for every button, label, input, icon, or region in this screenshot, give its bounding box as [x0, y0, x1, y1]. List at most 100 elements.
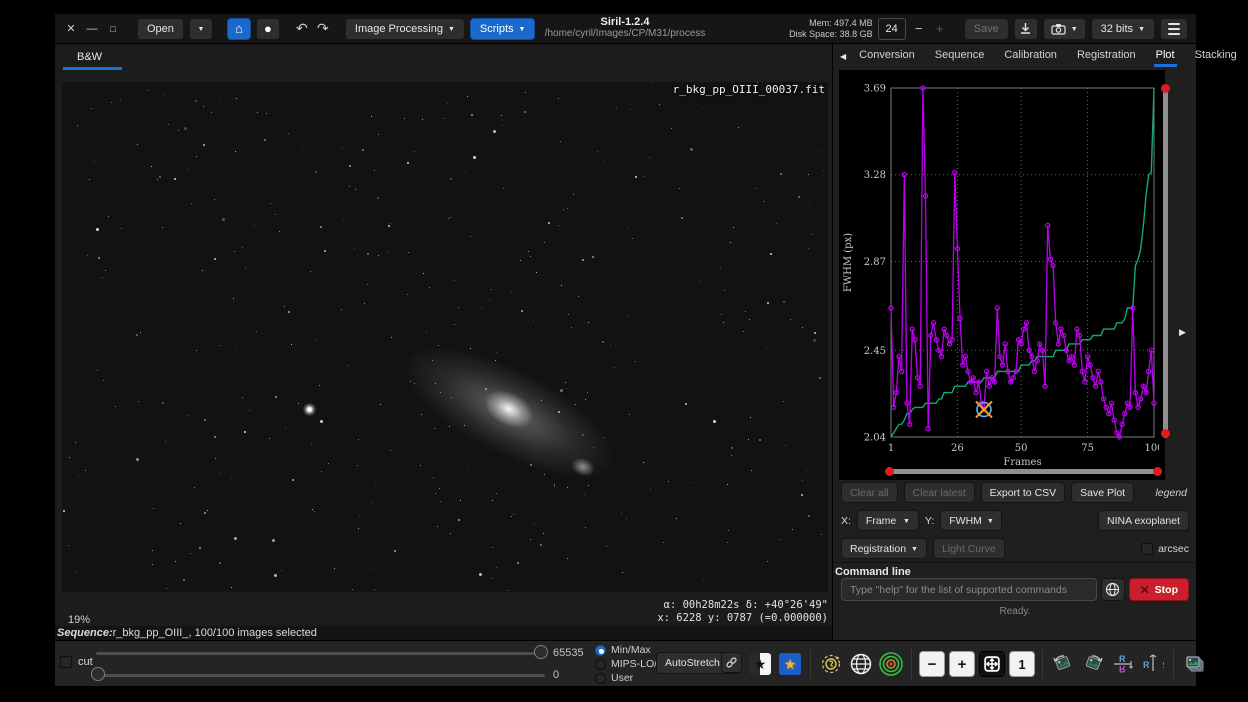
- main-menu-button[interactable]: [1160, 18, 1188, 40]
- export-csv-button[interactable]: Export to CSV: [981, 482, 1066, 503]
- image-viewport[interactable]: r_bkg_pp_OIII_00037.fit: [62, 82, 828, 592]
- clear-all-button[interactable]: Clear all: [841, 482, 898, 503]
- tab-plot[interactable]: Plot: [1154, 45, 1177, 67]
- bit-depth-dropdown[interactable]: 32 bits▼: [1091, 18, 1155, 40]
- zoom-out-button[interactable]: −: [919, 651, 945, 677]
- legend-label: legend: [1155, 487, 1189, 499]
- zoom-in-button[interactable]: +: [949, 651, 975, 677]
- image-panel: B&W r_bkg_pp_OIII_00037.fit α: 00h28m22s…: [55, 44, 832, 640]
- home-icon: ⌂: [235, 21, 243, 36]
- memory-usage: Mem: 497.4 MB: [789, 18, 873, 29]
- save-as-button[interactable]: [1014, 18, 1038, 40]
- sequence-label: Sequence:: [57, 627, 113, 639]
- toolbar-separator: [911, 649, 912, 679]
- processing-panel: ◀ Conversion Sequence Calibration Regist…: [832, 44, 1196, 640]
- one-to-one-zoom-button[interactable]: 1: [1009, 651, 1035, 677]
- plot-y-range-slider[interactable]: [1161, 86, 1170, 438]
- image-processing-menu[interactable]: Image Processing▼: [345, 18, 465, 40]
- svg-text:R: R: [1162, 660, 1164, 670]
- hamburger-icon: [1168, 23, 1180, 35]
- flip-vertical-button[interactable]: RR: [1110, 651, 1136, 677]
- link-channels-button[interactable]: [721, 652, 742, 673]
- photometry-button[interactable]: [878, 651, 904, 677]
- y-range-handle-top[interactable]: [1161, 84, 1170, 93]
- minus-icon: −: [928, 656, 937, 673]
- hi-slider-track[interactable]: [96, 652, 545, 655]
- svg-text:R: R: [1143, 660, 1150, 670]
- y-range-handle-bottom[interactable]: [1161, 429, 1170, 438]
- x-range-handle-right[interactable]: [1153, 467, 1162, 476]
- cut-label: cut: [78, 656, 93, 668]
- rotate-left-button[interactable]: [1050, 651, 1076, 677]
- tab-stacking[interactable]: Stacking: [1193, 45, 1239, 67]
- toolbar-separator: [1173, 649, 1174, 679]
- clear-latest-button[interactable]: Clear latest: [904, 482, 975, 503]
- redo-icon[interactable]: ↷: [315, 20, 331, 37]
- stop-x-icon: ✕: [1140, 583, 1150, 597]
- save-button[interactable]: Save: [964, 18, 1009, 40]
- snapshot-button[interactable]: [818, 651, 844, 677]
- command-help-button[interactable]: [1101, 578, 1125, 601]
- registration-dropdown[interactable]: Registration▼: [841, 538, 927, 559]
- lo-slider-handle[interactable]: [91, 667, 105, 681]
- window-close-icon[interactable]: ✕: [63, 22, 79, 35]
- chevron-down-icon: ▼: [903, 518, 910, 525]
- tabs-scroll-left-icon[interactable]: ◀: [837, 52, 849, 61]
- x-axis-dropdown[interactable]: Frame▼: [857, 510, 919, 531]
- celestial-grid-button[interactable]: [848, 651, 874, 677]
- nina-exoplanet-button[interactable]: NINA exoplanet: [1098, 510, 1189, 531]
- plot-x-range-slider[interactable]: [887, 467, 1160, 476]
- window-minimize-icon[interactable]: —: [84, 23, 100, 35]
- tab-registration[interactable]: Registration: [1075, 45, 1138, 67]
- one-icon: 1: [1018, 657, 1025, 672]
- star-rendering-button[interactable]: ★: [777, 651, 803, 677]
- flip-horizontal-button[interactable]: RR: [1140, 651, 1166, 677]
- display-toolbar: cut 65535 0 Min/Max MIPS-LO/HI User Auto…: [55, 640, 1196, 686]
- tab-conversion[interactable]: Conversion: [857, 45, 917, 67]
- record-button[interactable]: ●: [256, 18, 280, 40]
- tab-bw-channel[interactable]: B&W: [63, 47, 122, 70]
- tab-sequence[interactable]: Sequence: [933, 45, 987, 67]
- open-button[interactable]: Open: [137, 18, 184, 40]
- chevron-down-icon: ▼: [1071, 26, 1078, 33]
- stop-button[interactable]: ✕ Stop: [1129, 578, 1189, 601]
- svg-text:100: 100: [1144, 443, 1159, 454]
- lo-slider-track[interactable]: [96, 674, 545, 677]
- arcsec-checkbox[interactable]: [1141, 543, 1153, 555]
- svg-text:2.45: 2.45: [864, 346, 886, 357]
- decrease-button[interactable]: −: [911, 21, 927, 36]
- fit-to-window-button[interactable]: [979, 651, 1005, 677]
- flip-vertical-icon: RR: [1112, 653, 1134, 675]
- hi-slider-handle[interactable]: [534, 645, 548, 659]
- x-range-handle-left[interactable]: [885, 467, 894, 476]
- window-maximize-icon[interactable]: □: [105, 24, 121, 34]
- panel-expander-icon[interactable]: ▶: [1179, 327, 1186, 338]
- svg-text:3.69: 3.69: [864, 84, 886, 95]
- toolbar-separator: [810, 649, 811, 679]
- tab-calibration[interactable]: Calibration: [1002, 45, 1059, 67]
- radio-user[interactable]: [595, 673, 606, 684]
- light-curve-button[interactable]: Light Curve: [933, 538, 1005, 559]
- command-line-label: Command line: [833, 563, 1197, 578]
- save-plot-button[interactable]: Save Plot: [1071, 482, 1134, 503]
- rotate-right-button[interactable]: [1080, 651, 1106, 677]
- command-input[interactable]: [841, 578, 1097, 601]
- globe-icon: [1105, 582, 1120, 597]
- sequence-info: r_bkg_pp_OIII_, 100/100 images selected: [113, 627, 317, 639]
- chevron-down-icon: ▼: [987, 518, 994, 525]
- snapshot-menu[interactable]: ▼: [1043, 18, 1086, 40]
- fwhm-plot[interactable]: 2.042.452.873.283.691265075100FWHM (px)F…: [841, 74, 1159, 466]
- app-title: Siril-1.2.4: [475, 16, 775, 28]
- negative-view-button[interactable]: ★: [747, 651, 773, 677]
- open-recent-dropdown[interactable]: ▼: [189, 18, 213, 40]
- home-button[interactable]: ⌂: [227, 18, 251, 40]
- increase-button[interactable]: +: [932, 21, 948, 36]
- cut-checkbox[interactable]: [60, 656, 72, 668]
- lo-value: 0: [553, 669, 559, 681]
- x-range-track: [887, 469, 1160, 474]
- sequence-frames-button[interactable]: [1181, 651, 1207, 677]
- y-axis-dropdown[interactable]: FWHM▼: [940, 510, 1002, 531]
- undo-icon[interactable]: ↶: [294, 20, 310, 37]
- radio-mips[interactable]: [595, 659, 606, 670]
- radio-minmax[interactable]: [595, 645, 606, 656]
